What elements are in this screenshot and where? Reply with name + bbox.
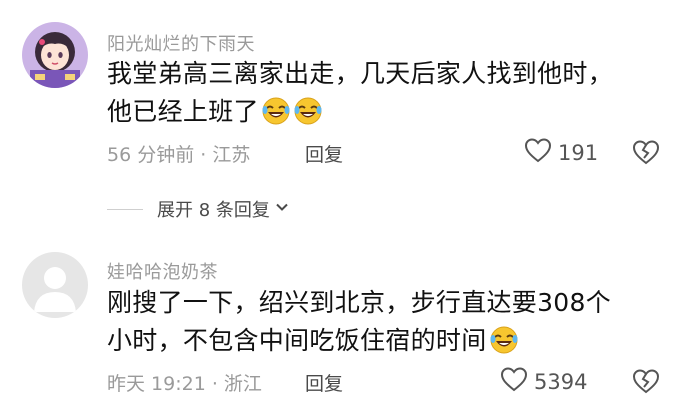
comment-text-line-2: 小时，不包含中间吃饭住宿的时间 <box>107 326 487 355</box>
heart-outline-icon <box>524 137 552 168</box>
comment-text: 我堂弟高三离家出走，几天后家人找到他时， 他已经上班了 <box>107 55 613 137</box>
comment-meta: 昨天 19:21 · 浙江 <box>107 373 262 395</box>
comment-username[interactable]: 阳光灿烂的下雨天 <box>107 30 255 56</box>
like-count: 191 <box>558 140 599 165</box>
like-button[interactable]: 5394 <box>500 366 587 397</box>
comment-text-line-2-row: 小时，不包含中间吃饭住宿的时间 <box>107 322 611 366</box>
heart-outline-icon <box>500 366 528 397</box>
rofl-emoji-icon <box>489 325 519 366</box>
like-button[interactable]: 191 <box>524 137 598 168</box>
avatar-anime-girl-icon <box>22 22 88 88</box>
default-avatar-icon <box>22 252 88 318</box>
reply-button[interactable]: 回复 <box>305 140 343 167</box>
avatar[interactable] <box>22 22 88 88</box>
comment-text: 刚搜了一下，绍兴到北京，步行直达要308个 小时，不包含中间吃饭住宿的时间 <box>107 284 611 366</box>
like-count: 5394 <box>534 369 588 394</box>
expand-replies-button[interactable]: 展开 8 条回复 <box>107 196 290 222</box>
reply-button[interactable]: 回复 <box>305 369 343 396</box>
expand-replies-label: 展开 8 条回复 <box>157 200 270 221</box>
comment-text-line-1: 刚搜了一下，绍兴到北京，步行直达要308个 <box>107 288 612 317</box>
comment-username[interactable]: 娃哈哈泡奶茶 <box>107 258 218 284</box>
rofl-emoji-icon <box>293 96 323 137</box>
rofl-emoji-icon <box>261 96 291 137</box>
dislike-button[interactable] <box>632 139 660 169</box>
comment-text-line-2: 他已经上班了 <box>107 97 259 126</box>
broken-heart-icon <box>632 140 660 169</box>
dislike-button[interactable] <box>632 368 660 398</box>
avatar[interactable] <box>22 252 88 318</box>
comment-text-line-2-row: 他已经上班了 <box>107 93 613 137</box>
comment-text-line-1: 我堂弟高三离家出走，几天后家人找到他时， <box>107 59 614 88</box>
broken-heart-icon <box>632 369 660 398</box>
divider-line <box>107 208 143 210</box>
comment-meta: 56 分钟前 · 江苏 <box>107 144 251 166</box>
chevron-down-icon <box>274 199 290 220</box>
